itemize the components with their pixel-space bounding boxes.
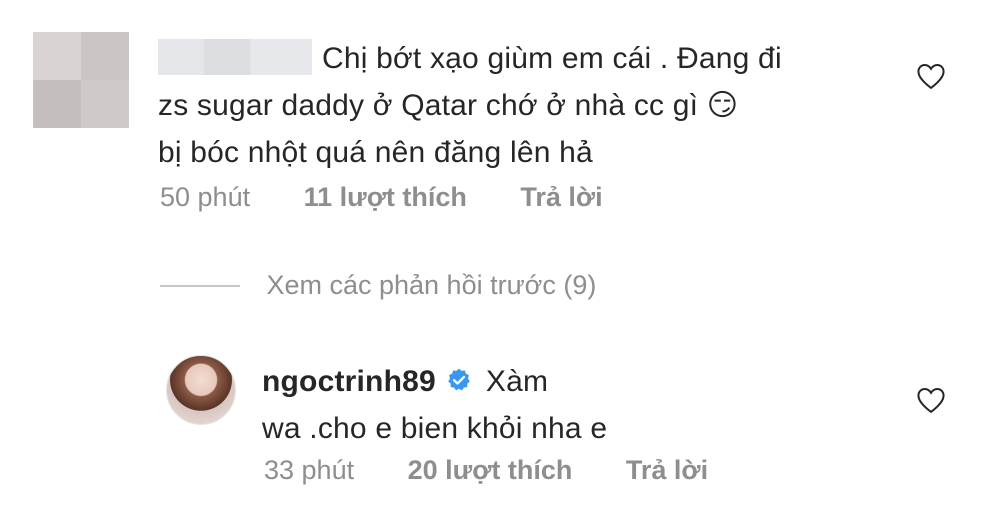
comment-meta: 50 phút 11 lượt thích Trả lời: [160, 182, 649, 213]
heart-outline-icon[interactable]: [916, 62, 946, 90]
avatar[interactable]: [166, 355, 236, 425]
username[interactable]: ngoctrinh89: [262, 365, 436, 398]
view-previous-replies[interactable]: Xem các phản hồi trước (9): [160, 270, 596, 310]
reply-likes[interactable]: 20 lượt thích: [408, 455, 573, 485]
reply-text-line: Xàm: [485, 365, 549, 398]
reply-text-line: wa .cho e bien khỏi nha e: [262, 412, 608, 445]
verified-badge-icon: [448, 368, 470, 391]
reply-button[interactable]: Trả lời: [626, 455, 708, 485]
avatar[interactable]: [33, 32, 129, 128]
heart-outline-icon[interactable]: [916, 386, 946, 414]
redacted-username: [158, 39, 312, 76]
reply-time: 33 phút: [264, 455, 355, 485]
comment-text-line: Chị bớt xạo giùm em cái . Đang đi: [322, 42, 782, 75]
view-previous-replies-label[interactable]: Xem các phản hồi trước (9): [266, 270, 596, 300]
comment: Chị bớt xạo giùm em cái . Đang đi zs sug…: [0, 0, 1000, 240]
comment-text: Chị bớt xạo giùm em cái . Đang đi zs sug…: [158, 35, 878, 176]
reply-meta: 33 phút 20 lượt thích Trả lời: [264, 455, 754, 486]
reply-text: ngoctrinh89 Xàm wa .cho e bien khỏi nha …: [262, 358, 822, 452]
comment-text-line: zs sugar daddy ở Qatar chớ ở nhà cc gì 😏: [158, 89, 739, 122]
comment-likes[interactable]: 11 lượt thích: [304, 182, 467, 212]
comment-text-line: bị bóc nhột quá nên đăng lên hả: [158, 136, 593, 169]
reply-button[interactable]: Trả lời: [520, 182, 602, 212]
comment-time: 50 phút: [160, 182, 251, 212]
divider-line: [160, 284, 240, 287]
